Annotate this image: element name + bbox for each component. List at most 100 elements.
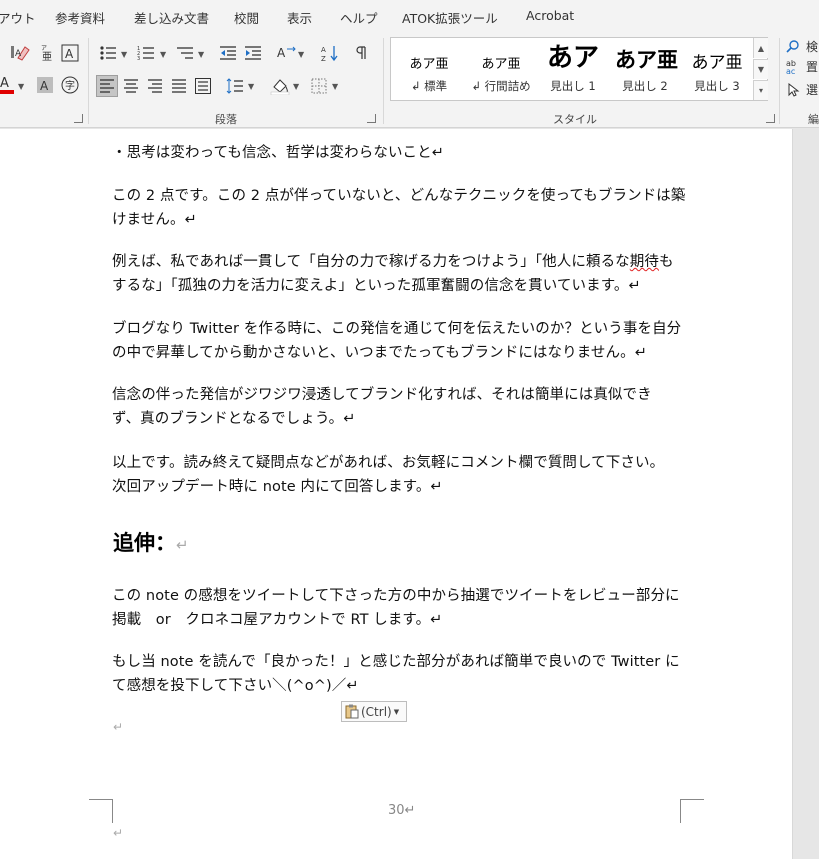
- tab-help[interactable]: ヘルプ: [340, 8, 378, 27]
- ribbon: A ア亜 A A ▼ A 字 ▼ 123 ▼ ▼ A ▼ AZ ▼ ▼ ▼ 段落…: [0, 32, 819, 128]
- chevron-down-icon: ▼: [393, 707, 400, 716]
- chevron-down-icon[interactable]: ▼: [198, 50, 204, 59]
- text-line: けません。↵: [112, 212, 197, 228]
- decrease-indent-icon[interactable]: [218, 43, 238, 63]
- svg-text:A: A: [321, 46, 326, 54]
- page-corner-mark: [680, 799, 704, 823]
- style-name: 見出し 3: [694, 79, 740, 93]
- styles-dialog-launcher-icon[interactable]: [766, 114, 775, 123]
- document-page[interactable]: ・思考は変わっても信念、哲学は変わらないこと↵ この 2 点です。この 2 点が…: [0, 129, 792, 859]
- style-heading-3[interactable]: あア亜 見出し 3: [681, 38, 753, 100]
- text-line: て感想を投下して下さい＼(^o^)／↵: [112, 678, 359, 694]
- spelling-error-underline[interactable]: 期待: [630, 254, 659, 270]
- font-color-icon[interactable]: A: [0, 75, 14, 95]
- text-line: もし当 note を読んで「良かった！」と感じた部分があれば簡単で良いので Tw…: [112, 654, 680, 670]
- increase-indent-icon[interactable]: [243, 43, 263, 63]
- tab-view[interactable]: 表示: [287, 8, 312, 27]
- style-name: 見出し 1: [550, 79, 596, 93]
- line-spacing-icon[interactable]: [225, 75, 245, 97]
- align-right-icon[interactable]: [145, 75, 165, 97]
- vertical-scrollbar[interactable]: [792, 129, 819, 859]
- svg-text:ac: ac: [786, 67, 795, 75]
- chevron-down-icon[interactable]: ▼: [293, 82, 299, 91]
- bullets-icon[interactable]: [98, 43, 118, 63]
- tab-references[interactable]: 参考資料: [55, 8, 105, 27]
- paragraph: この 2 点です。この 2 点が伴っていないと、どんなテクニックを使ってもブラン…: [112, 184, 686, 232]
- justify-icon[interactable]: [169, 75, 189, 97]
- paragraph: 以上です。読み終えて疑問点などがあれば、お気軽にコメント欄で質問して下さい。 次…: [112, 451, 682, 499]
- text-line: 次回アップデート時に note 内にて回答します。↵: [112, 479, 443, 495]
- text-line: ・思考は変わっても信念、哲学は変わらないこと↵: [112, 145, 444, 161]
- style-sample: あア亜: [615, 48, 678, 72]
- svg-text:A: A: [40, 79, 49, 93]
- replace-label: 置: [806, 60, 819, 74]
- paragraph: 例えば、私であれば一貫して「自分の力で稼げる力をつけよう」「他人に頼るな期待も …: [112, 250, 682, 298]
- paste-options-button[interactable]: (Ctrl) ▼: [341, 701, 407, 722]
- character-shading-icon[interactable]: A: [36, 75, 54, 95]
- shading-icon[interactable]: [269, 75, 291, 97]
- style-name: 見出し 2: [622, 79, 668, 93]
- character-spacing-icon[interactable]: A: [275, 43, 297, 63]
- gallery-scroll-down-icon[interactable]: ▼: [753, 59, 768, 79]
- style-normal[interactable]: あア亜 ↲ 標準: [393, 38, 465, 100]
- chevron-down-icon[interactable]: ▼: [121, 50, 127, 59]
- svg-text:A: A: [277, 46, 286, 60]
- paragraph-mark: ↵: [113, 826, 124, 840]
- search-icon: [786, 39, 799, 53]
- gallery-scroll-up-icon[interactable]: ▲: [753, 38, 768, 58]
- text-line: この 2 点です。この 2 点が伴っていないと、どんなテクニックを使ってもブラン…: [112, 188, 686, 204]
- style-sample: あア亜: [409, 57, 449, 72]
- multilevel-list-icon[interactable]: [175, 43, 195, 63]
- cursor-icon: [788, 82, 800, 97]
- sort-icon[interactable]: AZ: [320, 43, 340, 63]
- paragraph: もし当 note を読んで「良かった！」と感じた部分があれば簡単で良いので Tw…: [112, 650, 682, 698]
- style-sample: あア: [546, 44, 599, 73]
- svg-text:字: 字: [65, 79, 75, 92]
- text-line: 掲載 or クロネコ屋アカウントで RT します。↵: [112, 612, 443, 628]
- clear-formatting-icon[interactable]: A: [13, 43, 33, 63]
- tab-acrobat[interactable]: Acrobat: [526, 8, 574, 23]
- font-dialog-launcher-icon[interactable]: [74, 114, 83, 123]
- replace-button[interactable]: ab ac 置: [786, 58, 818, 75]
- svg-text:A: A: [15, 49, 22, 59]
- chevron-down-icon[interactable]: ▼: [18, 82, 24, 91]
- enclose-characters-icon[interactable]: A: [60, 43, 80, 63]
- show-formatting-marks-icon[interactable]: [352, 43, 370, 63]
- style-heading-1[interactable]: あア 見出し 1: [537, 38, 609, 100]
- distributed-icon[interactable]: [193, 75, 213, 97]
- tab-mailings[interactable]: 差し込み文書: [134, 8, 209, 27]
- numbering-icon[interactable]: 123: [136, 43, 156, 63]
- find-button[interactable]: 検: [786, 38, 818, 55]
- select-button[interactable]: 選: [786, 81, 818, 98]
- enclosed-character-icon[interactable]: 字: [60, 75, 80, 95]
- chevron-down-icon[interactable]: ▼: [248, 82, 254, 91]
- phonetic-guide-icon[interactable]: ア亜: [38, 43, 56, 63]
- text-run: 例えば、私であれば一貫して「自分の力で稼げる力をつけよう」「他人に頼るな: [112, 254, 630, 270]
- tab-atok-tools[interactable]: ATOK拡張ツール: [402, 8, 498, 27]
- chevron-down-icon[interactable]: ▼: [332, 82, 338, 91]
- ribbon-tab-bar: アウト 参考資料 差し込み文書 校閲 表示 ヘルプ ATOK拡張ツール Acro…: [0, 0, 819, 32]
- tab-layout[interactable]: アウト: [0, 8, 36, 27]
- svg-text:3: 3: [137, 56, 140, 62]
- paragraph: ・思考は変わっても信念、哲学は変わらないこと↵: [112, 141, 682, 165]
- style-heading-2[interactable]: あア亜 見出し 2: [609, 38, 681, 100]
- align-center-icon[interactable]: [121, 75, 141, 97]
- borders-icon[interactable]: [309, 75, 329, 97]
- paragraph-mark: ↵: [113, 720, 124, 734]
- align-left-button[interactable]: [96, 75, 118, 97]
- text-line: するな」「孤独の力を活力に変えよ」といった孤軍奮闘の信念を貫いています。↵: [112, 278, 641, 294]
- gallery-more-icon[interactable]: ▾: [753, 80, 768, 100]
- svg-text:亜: 亜: [42, 52, 52, 62]
- tab-review[interactable]: 校閲: [234, 8, 259, 27]
- page-corner-mark: [89, 799, 113, 823]
- chevron-down-icon[interactable]: ▼: [160, 50, 166, 59]
- chevron-down-icon[interactable]: ▼: [298, 50, 304, 59]
- style-sample: あア亜: [691, 53, 743, 73]
- svg-text:A: A: [0, 76, 9, 91]
- text-line: ず、真のブランドとなるでしょう。↵: [112, 411, 356, 427]
- replace-icon: abac: [786, 59, 796, 75]
- text-line: この note の感想をツイートして下さった方の中から抽選でツイートをレビュー部…: [112, 588, 680, 604]
- group-separator: [383, 38, 384, 124]
- style-no-spacing[interactable]: あア亜 ↲ 行間詰め: [465, 38, 537, 100]
- paragraph-dialog-launcher-icon[interactable]: [367, 114, 376, 123]
